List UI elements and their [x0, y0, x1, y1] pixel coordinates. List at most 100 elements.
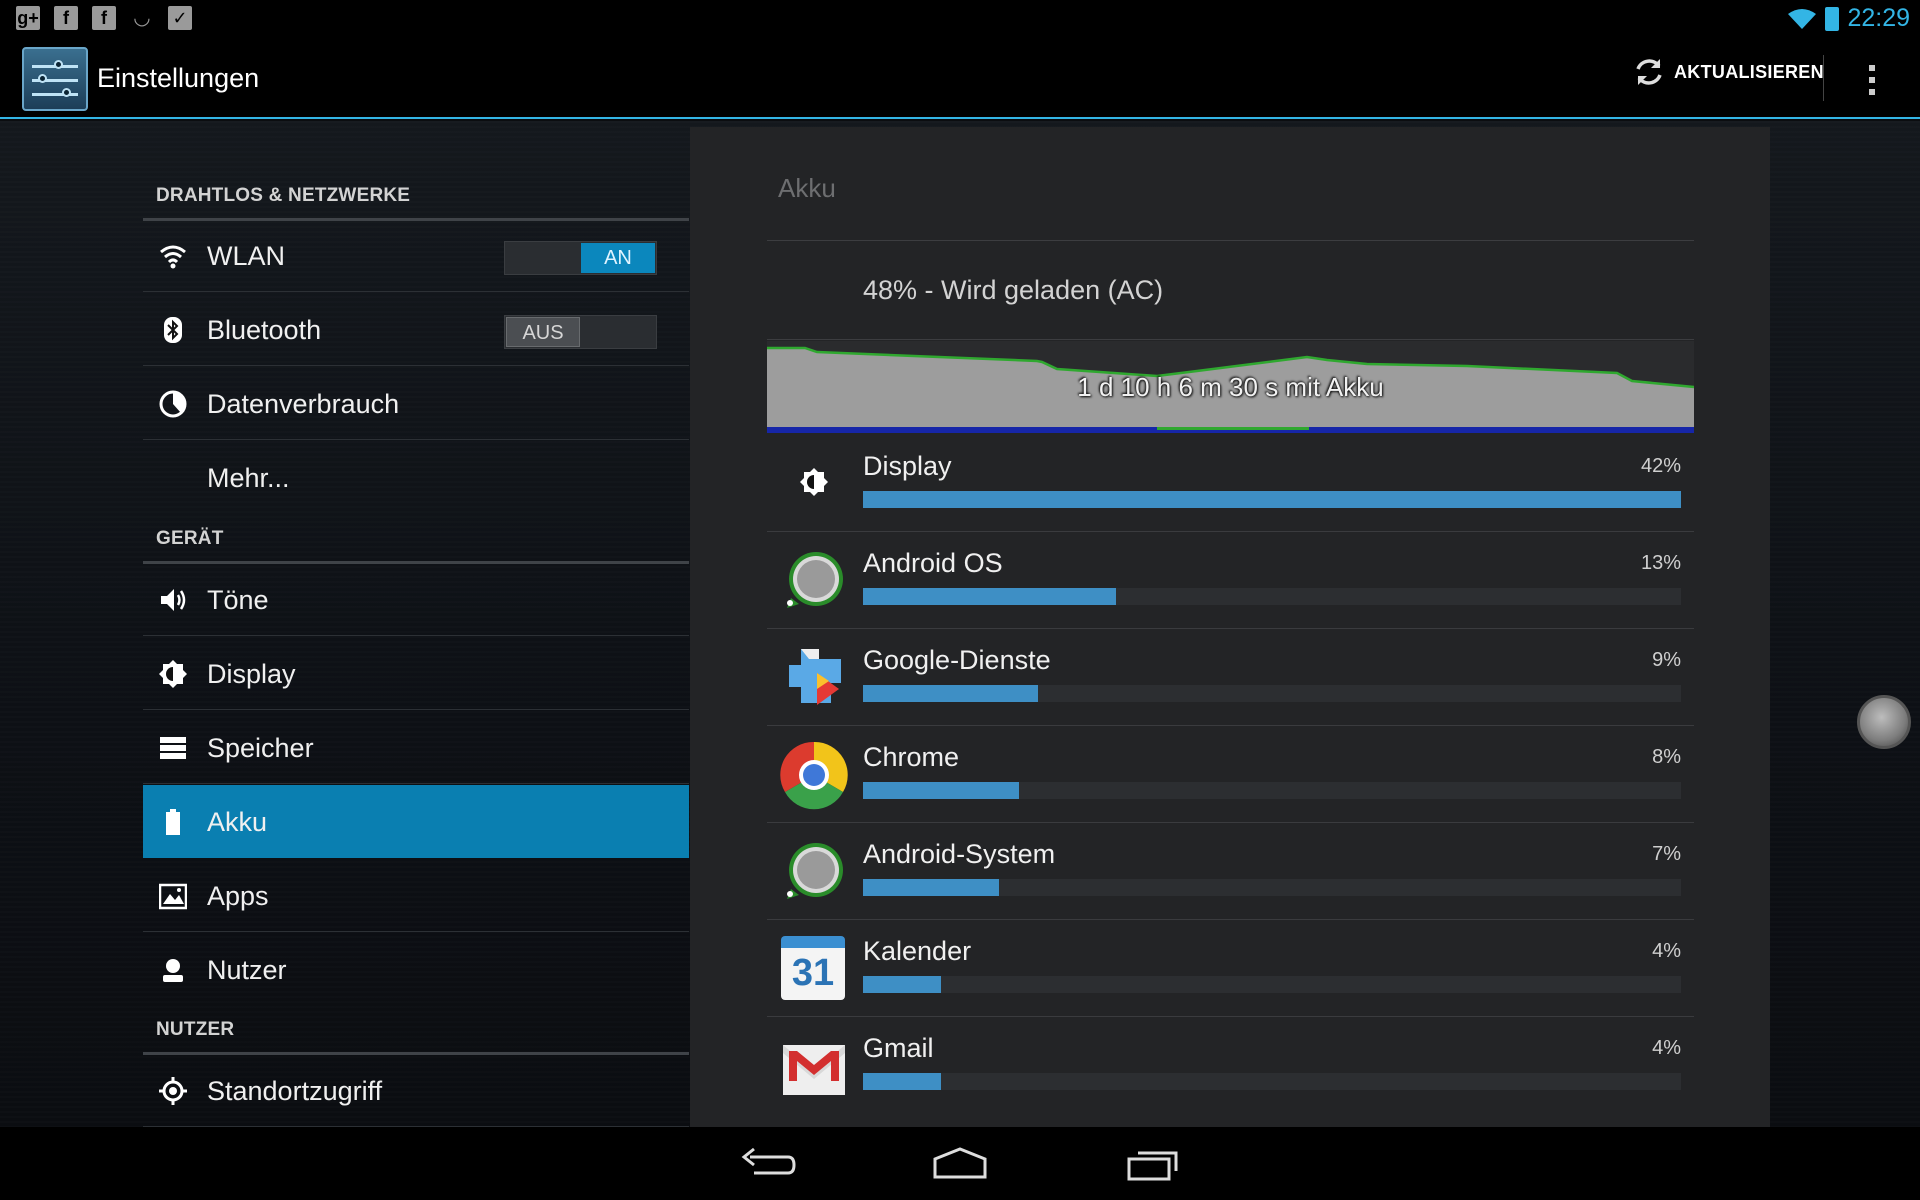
- battery-panel: Akku 48% - Wird geladen (AC) 1 d 10 h 6 …: [690, 127, 1770, 1127]
- battery-charging-icon: [1825, 6, 1840, 31]
- gmail-icon: [783, 1045, 845, 1095]
- usage-row-display[interactable]: Display 42%: [767, 435, 1694, 532]
- sidebar-item-label: Bluetooth: [207, 315, 322, 345]
- usage-percent: 42%: [1640, 455, 1681, 477]
- sidebar-item-location[interactable]: Standortzugriff: [143, 1054, 689, 1127]
- usage-percent: 4%: [1652, 1037, 1681, 1059]
- clock: 22:29: [1847, 4, 1910, 32]
- sidebar-item-label: Datenverbrauch: [207, 389, 400, 419]
- home-icon[interactable]: [932, 1143, 988, 1183]
- usage-app-name: Kalender: [863, 936, 972, 966]
- bluetooth-toggle[interactable]: AUS: [504, 315, 657, 349]
- refresh-icon: [1636, 59, 1662, 85]
- usage-percent: 7%: [1652, 843, 1681, 865]
- usage-bar-fill: [863, 976, 941, 993]
- usage-row-gmail[interactable]: Gmail 4%: [767, 1017, 1694, 1114]
- sidebar-item-apps[interactable]: Apps: [143, 859, 689, 932]
- sidebar-item-label: Speicher: [207, 733, 314, 763]
- recents-icon[interactable]: [1126, 1143, 1182, 1183]
- divider: [767, 240, 1694, 241]
- notification-icons[interactable]: g+ f f ◡ ✓: [16, 6, 192, 30]
- usage-bar-fill: [863, 782, 1019, 799]
- usage-bar-fill: [863, 879, 1000, 896]
- data-usage-icon: [159, 390, 187, 418]
- usage-app-name: Google-Dienste: [863, 645, 1051, 675]
- battery-status: 48% - Wird geladen (AC): [863, 275, 1164, 305]
- usage-bar: [863, 588, 1681, 605]
- content-area: DRAHTLOS & NETZWERKE WLAN AN Bluetooth A…: [0, 121, 1920, 1127]
- bluetooth-icon: [164, 317, 182, 343]
- usage-app-name: Display: [863, 451, 952, 481]
- sidebar-item-label: WLAN: [207, 241, 286, 271]
- status-bar: g+ f f ◡ ✓ 22:29: [0, 0, 1920, 37]
- sidebar-item-label: Apps: [207, 881, 269, 911]
- calendar-icon-day: 31: [791, 952, 835, 994]
- navigation-bar: [0, 1127, 1920, 1200]
- facebook-icon: f: [54, 6, 78, 30]
- brightness-icon: [800, 468, 828, 496]
- panel-title: Akku: [778, 173, 836, 203]
- sidebar-item-wlan[interactable]: WLAN AN: [143, 219, 689, 292]
- toggle-state: AN: [581, 243, 655, 273]
- usage-bar: [863, 879, 1681, 896]
- floating-assist-button[interactable]: [1857, 695, 1911, 749]
- usage-bar-fill: [863, 685, 1039, 702]
- action-divider: [1823, 55, 1824, 101]
- refresh-label: AKTUALISIEREN: [1674, 61, 1824, 82]
- back-icon[interactable]: [740, 1143, 796, 1183]
- usage-percent: 13%: [1640, 552, 1681, 574]
- usage-bar: [863, 685, 1681, 702]
- usage-percent: 4%: [1652, 940, 1681, 962]
- usage-percent: 8%: [1652, 746, 1681, 768]
- usage-row-chrome[interactable]: Chrome 8%: [767, 726, 1694, 823]
- usage-app-name: Android OS: [863, 548, 1003, 578]
- android-system-icon: [787, 843, 843, 899]
- sidebar-item-more[interactable]: Mehr...: [143, 441, 689, 514]
- wlan-toggle[interactable]: AN: [504, 241, 657, 275]
- usage-bar-fill: [863, 588, 1117, 605]
- usage-app-name: Android-System: [863, 839, 1056, 869]
- bag-icon: ✓: [168, 6, 192, 30]
- sidebar-item-label: Standortzugriff: [207, 1076, 383, 1106]
- usage-row-google-services[interactable]: Google-Dienste 9%: [767, 629, 1694, 726]
- toggle-state: AUS: [506, 317, 580, 347]
- usage-row-android-system[interactable]: Android-System 7%: [767, 823, 1694, 920]
- sidebar-item-label: Akku: [207, 807, 268, 837]
- wifi-icon: [160, 245, 186, 269]
- divider: [767, 339, 1694, 340]
- sidebar-item-data-usage[interactable]: Datenverbrauch: [143, 367, 689, 440]
- action-bar: Einstellungen AKTUALISIEREN: [0, 37, 1920, 119]
- android-os-icon: [787, 552, 843, 608]
- wifi-icon: [1788, 8, 1817, 29]
- settings-app-icon[interactable]: [22, 47, 88, 111]
- system-indicators[interactable]: 22:29: [1787, 4, 1910, 33]
- google-plus-icon: g+: [16, 6, 40, 30]
- chrome-icon: [780, 741, 848, 810]
- speaker-icon: [161, 589, 186, 611]
- usage-bar-fill: [863, 1073, 941, 1090]
- sidebar-item-sounds[interactable]: Töne: [143, 563, 689, 636]
- storage-icon: [160, 737, 186, 759]
- facebook-icon: f: [92, 6, 116, 30]
- location-icon: [159, 1077, 187, 1105]
- sidebar-item-storage[interactable]: Speicher: [143, 711, 689, 784]
- usage-bar-fill: [863, 491, 1681, 508]
- usage-row-calendar[interactable]: 31 Kalender 4%: [767, 920, 1694, 1017]
- refresh-button[interactable]: AKTUALISIEREN: [1632, 55, 1824, 89]
- page-title: Einstellungen: [97, 63, 260, 93]
- sidebar-item-label: Mehr...: [207, 463, 290, 493]
- usage-row-android-os[interactable]: Android OS 13%: [767, 532, 1694, 629]
- sidebar-item-users[interactable]: Nutzer: [143, 933, 689, 1006]
- user-icon: [163, 959, 183, 982]
- apps-icon: [159, 883, 187, 910]
- battery-history-graph[interactable]: 1 d 10 h 6 m 30 s mit Akku: [767, 341, 1694, 433]
- sidebar-item-battery[interactable]: Akku: [143, 785, 689, 858]
- sidebar-item-display[interactable]: Display: [143, 637, 689, 710]
- sidebar-item-label: Display: [207, 659, 296, 689]
- usage-bar: [863, 1073, 1681, 1090]
- sidebar-item-bluetooth[interactable]: Bluetooth AUS: [143, 293, 689, 366]
- graph-label: 1 d 10 h 6 m 30 s mit Akku: [1077, 372, 1384, 402]
- sidebar-item-label: Töne: [207, 585, 269, 615]
- overflow-menu-button[interactable]: [1862, 61, 1882, 97]
- usage-app-name: Chrome: [863, 742, 960, 772]
